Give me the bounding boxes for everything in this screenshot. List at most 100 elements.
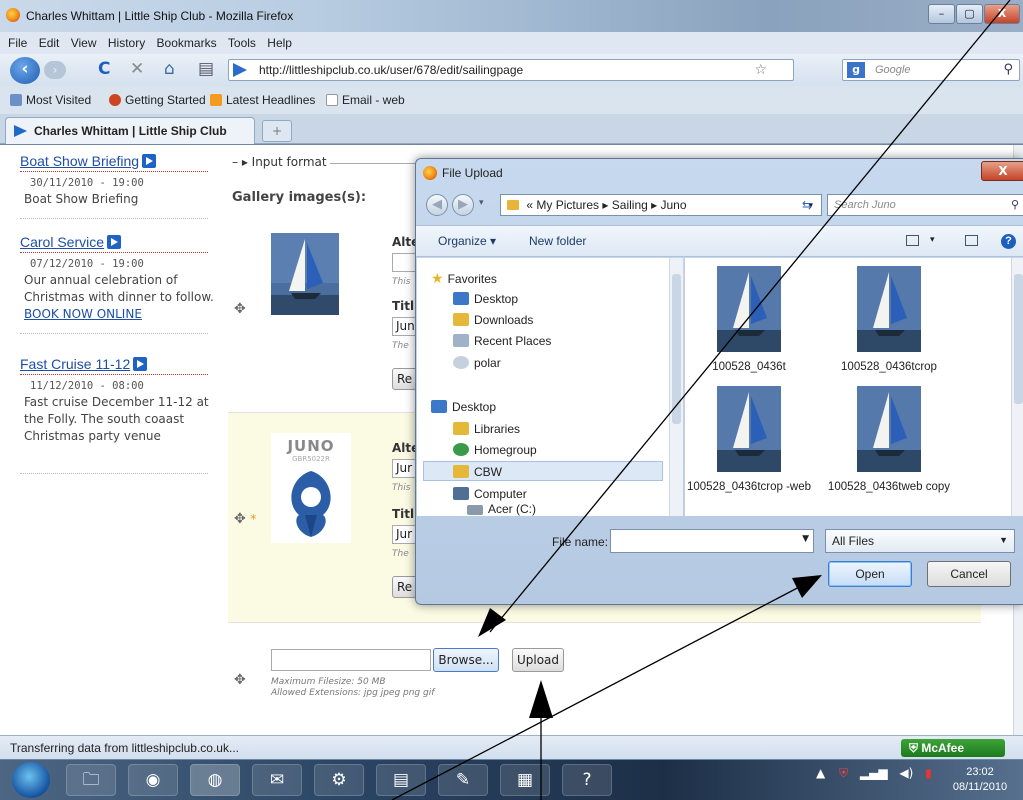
tree-acer-c[interactable]: Acer (C:) [467, 502, 536, 516]
search-icon[interactable]: ⚲ [1003, 62, 1013, 77]
open-button[interactable]: Open [828, 561, 912, 587]
help-icon[interactable]: ? [562, 764, 612, 796]
firefox-taskbar-icon[interactable]: ◍ [190, 764, 240, 796]
play-arrow-icon[interactable] [142, 154, 157, 168]
mcafee-tray-icon[interactable]: ⛨ [839, 766, 848, 780]
search-icon[interactable]: ⚲ [1011, 198, 1019, 211]
tree-downloads[interactable]: Downloads [453, 310, 533, 330]
bookmark-email-web[interactable]: Email - web [326, 93, 405, 107]
battery-icon[interactable]: ▮ [925, 766, 932, 780]
tree-desktop[interactable]: Desktop [431, 397, 496, 417]
tree-libraries[interactable]: Libraries [453, 419, 520, 439]
stop-icon[interactable]: ✕ [130, 57, 144, 81]
back-button[interactable]: ‹ [10, 57, 40, 84]
breadcrumb[interactable]: « My Pictures ▸ Sailing ▸ Juno ▾ [500, 194, 822, 216]
alt-hint: This [392, 483, 411, 493]
file-item[interactable]: 100528_0436tweb copy [825, 386, 953, 494]
volume-icon[interactable]: ◀) [899, 766, 913, 780]
bookmark-star-icon[interactable]: ☆ [754, 62, 767, 78]
back-icon[interactable]: ◀ [426, 194, 448, 216]
tree-recent-places[interactable]: Recent Places [453, 331, 551, 351]
book-now-link[interactable]: BOOK NOW ONLINE [24, 307, 142, 321]
organize-button[interactable]: Organize ▾ [438, 234, 496, 248]
crumb-my-pictures[interactable]: My Pictures [536, 198, 599, 212]
file-item[interactable]: 100528_0436tcrop [825, 266, 953, 374]
tree-favorites[interactable]: ★ Favorites [431, 268, 497, 288]
new-tab-button[interactable]: + [262, 120, 292, 142]
start-button[interactable] [12, 762, 50, 798]
browse-button[interactable]: Browse... [433, 648, 499, 672]
tree-cbw[interactable]: CBW [423, 461, 663, 481]
view-dropdown-icon[interactable]: ▾ [930, 234, 935, 245]
refresh-icon[interactable]: ⇆ [802, 198, 812, 212]
recent-dropdown-icon[interactable]: ▾ [479, 198, 484, 208]
drag-handle-icon[interactable]: ✥ * [234, 511, 256, 527]
network-app-icon[interactable]: ⚙ [314, 764, 364, 796]
bookmark-latest-headlines[interactable]: Latest Headlines [210, 93, 315, 107]
chevron-down-icon[interactable]: ▼ [802, 534, 809, 544]
file-item[interactable]: 100528_0436t [685, 266, 813, 374]
explorer-icon[interactable]: 🗀 [66, 764, 116, 796]
scroll-thumb[interactable] [672, 274, 681, 424]
forward-icon[interactable]: ▶ [452, 194, 474, 216]
drawing-icon[interactable]: ✎ [438, 764, 488, 796]
file-item[interactable]: 100528_0436tcrop -web [685, 386, 813, 494]
cancel-button[interactable]: Cancel [927, 561, 1011, 587]
play-arrow-icon[interactable] [107, 235, 122, 249]
play-arrow-icon[interactable] [133, 357, 148, 371]
menu-tools[interactable]: Tools [224, 32, 260, 50]
upload-button[interactable]: Upload [512, 648, 564, 672]
bookmark-most-visited[interactable]: Most Visited [10, 93, 91, 107]
menu-file[interactable]: File [0, 32, 31, 50]
drag-handle-icon[interactable]: ✥ [234, 672, 246, 688]
menu-edit[interactable]: Edit [35, 32, 64, 50]
tree-polar[interactable]: polar [453, 353, 501, 373]
file-type-select[interactable]: All Files ▼ [825, 529, 1015, 553]
tab-little-ship-club[interactable]: Charles Whittam | Little Ship Club [5, 117, 255, 144]
search-box[interactable]: g Google ⚲ [842, 59, 1020, 81]
event-title-link[interactable]: Fast Cruise 11-12 [20, 356, 130, 372]
tree-desktop-fav[interactable]: Desktop [453, 289, 518, 309]
bookmark-getting-started[interactable]: Getting Started [109, 93, 206, 107]
crumb-juno[interactable]: Juno [661, 198, 687, 212]
change-view-icon[interactable] [906, 235, 919, 246]
url-bar[interactable]: http://littleshipclub.co.uk/user/678/edi… [228, 59, 794, 81]
menu-view[interactable]: View [67, 32, 101, 50]
pdf-icon[interactable]: ▤ [376, 764, 426, 796]
dialog-search-input[interactable]: Search Juno ⚲ [827, 194, 1023, 216]
event-title-link[interactable]: Carol Service [20, 234, 104, 250]
event-title-link[interactable]: Boat Show Briefing [20, 153, 139, 169]
forward-button[interactable]: › [44, 61, 66, 79]
tree-homegroup[interactable]: Homegroup [453, 440, 537, 460]
menu-bookmarks[interactable]: Bookmarks [153, 32, 221, 50]
minimize-button[interactable]: – [928, 4, 955, 24]
tray-expand-icon[interactable]: ▲ [816, 766, 825, 780]
mcafee-badge[interactable]: ⛨ McAfee [901, 739, 1005, 757]
print-icon[interactable]: ▤ [198, 57, 214, 81]
scroll-thumb[interactable] [1014, 274, 1023, 404]
drag-handle-icon[interactable]: ✥ [234, 301, 246, 317]
title-hint: The [392, 341, 409, 351]
close-window-button[interactable]: X [984, 4, 1020, 24]
help-icon[interactable]: ? [1001, 234, 1016, 249]
crumb-sailing[interactable]: Sailing [612, 198, 648, 212]
upload-file-input[interactable] [271, 649, 431, 671]
new-folder-button[interactable]: New folder [529, 234, 586, 248]
maximize-button[interactable]: ▢ [956, 4, 983, 24]
home-icon[interactable]: ⌂ [164, 57, 175, 81]
signal-icon[interactable]: ▂▄▆ [860, 766, 888, 780]
file-list-scrollbar[interactable] [1011, 258, 1023, 516]
dialog-close-button[interactable]: X [981, 161, 1023, 181]
thunderbird-icon[interactable]: ✉ [252, 764, 302, 796]
media-icon[interactable]: ◉ [128, 764, 178, 796]
menu-history[interactable]: History [104, 32, 149, 50]
input-format-toggle[interactable]: – ▸ Input format [232, 155, 327, 169]
preview-pane-icon[interactable] [965, 235, 978, 246]
menu-help[interactable]: Help [263, 32, 296, 50]
file-name-input[interactable]: ▼ [610, 529, 814, 553]
clock[interactable]: 23:02 08/11/2010 [940, 765, 1020, 795]
reload-icon[interactable]: C [98, 57, 110, 81]
picture-viewer-icon[interactable]: ▦ [500, 764, 550, 796]
tree-scrollbar[interactable] [669, 258, 683, 516]
tree-computer[interactable]: Computer [453, 484, 527, 504]
